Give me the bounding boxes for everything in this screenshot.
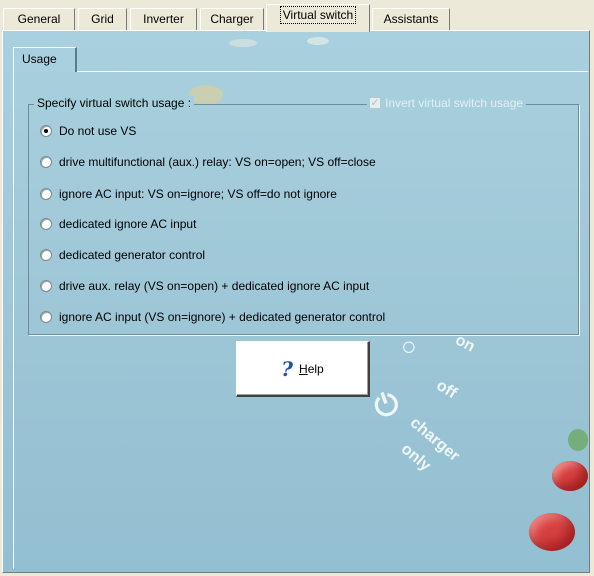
radio-label: dedicated ignore AC input [59, 217, 197, 231]
tab-label: Charger [210, 12, 254, 26]
groupbox-title: Specify virtual switch usage : [34, 96, 195, 110]
radio-button[interactable] [40, 156, 52, 168]
tab-inverter[interactable]: Inverter [130, 8, 197, 30]
radio-option[interactable]: Do not use VS [40, 123, 136, 139]
tab-label: Inverter [143, 12, 184, 26]
tab-label: Usage [22, 52, 57, 66]
tab-grid[interactable]: Grid [78, 8, 127, 30]
radio-label: drive aux. relay (VS on=open) + dedicate… [59, 279, 370, 293]
radio-label: drive multifunctional (aux.) relay: VS o… [59, 155, 376, 169]
tab-label: Assistants [383, 12, 439, 26]
radio-label: dedicated generator control [59, 248, 206, 262]
radio-button[interactable] [40, 188, 52, 200]
radio-option[interactable]: drive multifunctional (aux.) relay: VS o… [40, 154, 376, 170]
tab-usage[interactable]: Usage [13, 47, 77, 72]
radio-button[interactable] [40, 249, 52, 261]
radio-label: ignore AC input: VS on=ignore; VS off=do… [59, 187, 337, 201]
radio-button[interactable] [40, 280, 52, 292]
help-question-icon: ? [281, 356, 294, 381]
invert-vs-checkbox: ✓ Invert virtual switch usage [367, 96, 527, 110]
decorative-shape [307, 37, 329, 45]
tab-general[interactable]: General [3, 8, 75, 30]
tab-label: Virtual switch [279, 6, 357, 24]
radio-option[interactable]: dedicated generator control [40, 247, 205, 263]
radio-option[interactable]: ignore AC input: VS on=ignore; VS off=do… [40, 186, 337, 202]
radio-label: Do not use VS [59, 124, 137, 138]
tab-assistants[interactable]: Assistants [372, 8, 450, 30]
decorative-shape [229, 39, 257, 47]
decorative-shape [189, 85, 223, 105]
help-button[interactable]: ? Help [236, 341, 370, 397]
radio-option[interactable]: ignore AC input (VS on=ignore) + dedicat… [40, 309, 385, 325]
radio-button[interactable] [40, 218, 52, 230]
tab-label: General [17, 12, 61, 26]
tab-charger[interactable]: Charger [200, 8, 264, 30]
red-led-icon [529, 513, 575, 551]
checkbox-check-icon: ✓ [369, 97, 381, 109]
green-led-icon [568, 429, 588, 451]
help-label-rest: elp [307, 361, 324, 376]
radio-option[interactable]: drive aux. relay (VS on=open) + dedicate… [40, 278, 369, 294]
invert-vs-label: Invert virtual switch usage [385, 96, 524, 110]
radio-button-checked[interactable] [40, 125, 52, 137]
red-led-icon [552, 461, 588, 491]
radio-button[interactable] [40, 311, 52, 323]
tab-strip: General Grid Inverter Charger Virtual sw… [0, 0, 594, 34]
power-on-symbol-icon: ○ [401, 331, 417, 361]
radio-label: ignore AC input (VS on=ignore) + dedicat… [59, 310, 386, 324]
tab-virtual-switch[interactable]: Virtual switch [266, 4, 370, 32]
help-button-label: Help [299, 362, 324, 376]
help-mnemonic: H [299, 361, 308, 376]
tab-label: Grid [91, 12, 114, 26]
radio-option[interactable]: dedicated ignore AC input [40, 216, 196, 232]
